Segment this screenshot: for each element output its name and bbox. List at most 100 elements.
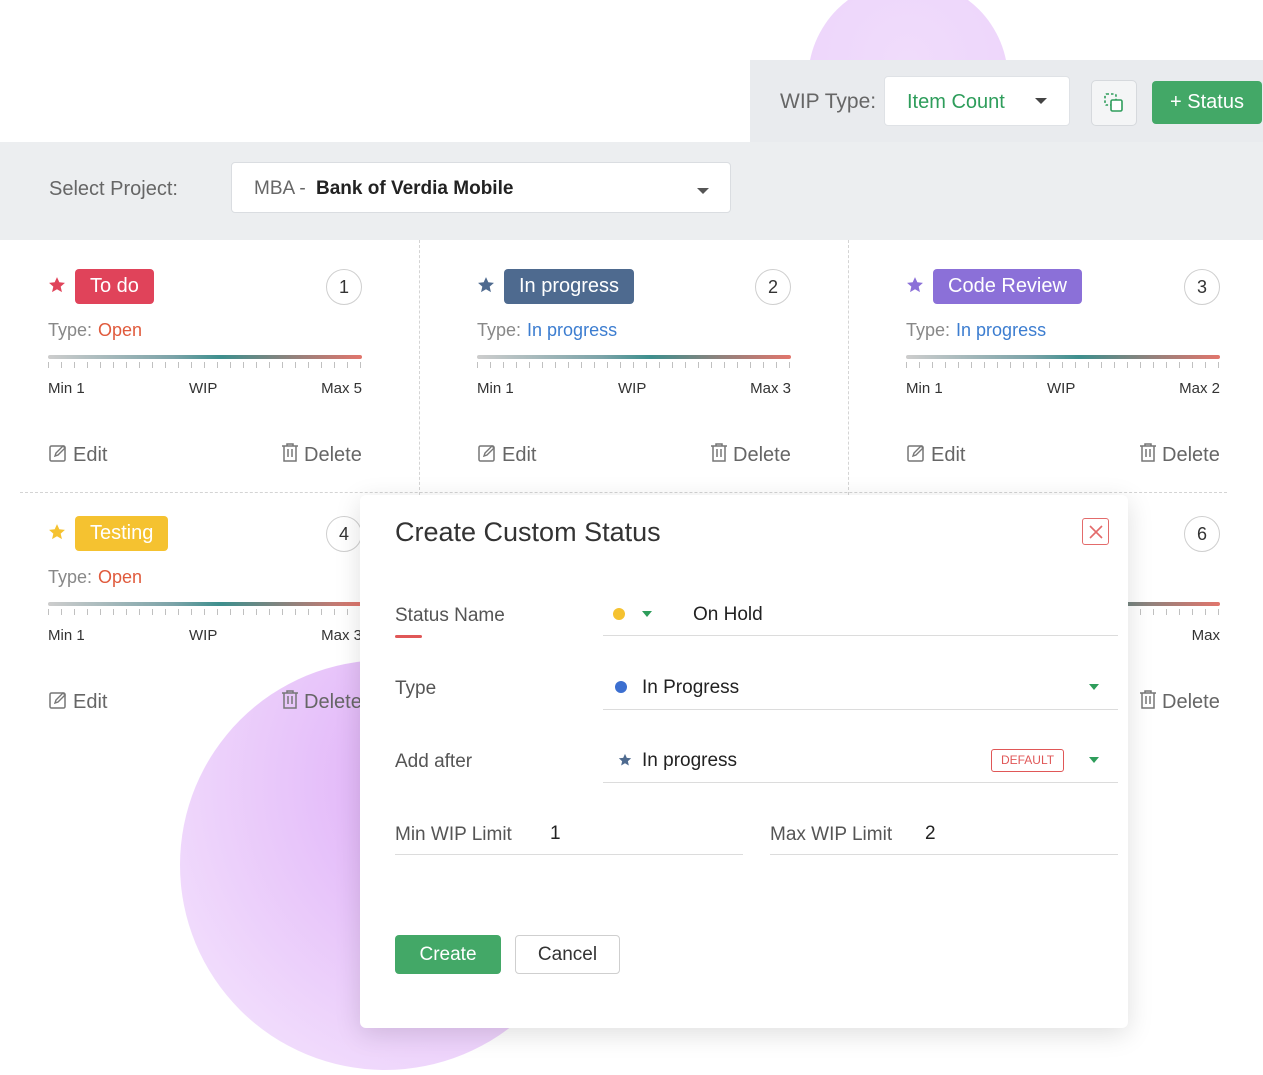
wip-label: WIP <box>1047 380 1076 397</box>
delete-button[interactable]: Delete <box>281 690 362 714</box>
delete-label: Delete <box>1162 444 1220 466</box>
max-wip-label: Max WIP Limit <box>770 824 893 845</box>
default-badge: DEFAULT <box>991 749 1064 772</box>
type-label: Type: <box>906 320 951 340</box>
delete-label: Delete <box>304 444 362 466</box>
status-order-number: 6 <box>1184 516 1220 552</box>
min-wip-input[interactable]: 1 <box>550 823 561 845</box>
copy-icon <box>1104 93 1123 112</box>
type-value: In progress <box>527 320 618 340</box>
delete-label: Delete <box>733 444 791 466</box>
type-value: Open <box>98 320 143 340</box>
star-icon <box>478 277 494 293</box>
edit-button[interactable]: Edit <box>477 443 536 467</box>
star-icon <box>49 524 65 540</box>
type-value: Open <box>98 567 143 587</box>
project-bar: Select Project: MBA - Bank of Verdia Mob… <box>0 142 1263 240</box>
edit-button[interactable]: Edit <box>48 690 107 714</box>
create-button[interactable]: Create <box>395 935 501 974</box>
delete-button[interactable]: Delete <box>1139 443 1220 467</box>
wip-label: WIP <box>618 380 647 397</box>
wip-type-label: WIP Type: <box>780 90 877 113</box>
close-icon <box>1089 525 1103 539</box>
type-color-dot <box>615 681 627 693</box>
chevron-down-icon[interactable] <box>1089 757 1099 763</box>
add-after-underline <box>603 782 1118 783</box>
trash-icon <box>1140 443 1156 462</box>
max-wip: Max 3 <box>750 380 791 397</box>
wip-range-bar <box>477 355 791 359</box>
project-code: MBA - <box>254 178 306 199</box>
delete-button[interactable]: Delete <box>281 443 362 467</box>
select-project-label: Select Project: <box>49 178 178 200</box>
wip-type-select[interactable]: Item Count <box>884 76 1070 126</box>
row-divider <box>20 492 1227 493</box>
copy-button[interactable] <box>1091 80 1137 126</box>
chevron-down-icon <box>697 188 709 194</box>
trash-icon <box>1140 690 1156 709</box>
add-after-select[interactable]: In progress <box>642 750 737 772</box>
trash-icon <box>711 443 727 462</box>
wip-range-bar <box>48 355 362 359</box>
status-badge: In progress <box>504 269 635 304</box>
type-value: In progress <box>956 320 1047 340</box>
add-status-button[interactable]: + Status <box>1152 81 1262 124</box>
trash-icon <box>282 443 298 462</box>
type-select[interactable]: In Progress <box>642 677 739 699</box>
status-name-underline <box>603 635 1118 636</box>
status-order-number: 3 <box>1184 269 1220 305</box>
wip-range-ticks <box>48 362 362 368</box>
max-wip: Max 5 <box>321 380 362 397</box>
delete-button[interactable]: Delete <box>1139 690 1220 714</box>
delete-label: Delete <box>304 691 362 713</box>
min-wip: Min 1 <box>477 380 514 397</box>
edit-icon <box>49 445 66 462</box>
wip-range-bar <box>906 355 1220 359</box>
edit-icon <box>478 445 495 462</box>
wip-range-bar <box>48 602 362 606</box>
edit-button[interactable]: Edit <box>906 443 965 467</box>
status-order-number: 1 <box>326 269 362 305</box>
edit-button[interactable]: Edit <box>48 443 107 467</box>
edit-icon <box>49 692 66 709</box>
status-type: Type: Open <box>48 320 142 341</box>
min-wip: Min 1 <box>906 380 943 397</box>
modal-title: Create Custom Status <box>395 517 661 547</box>
required-indicator <box>395 635 422 638</box>
project-select[interactable]: MBA - Bank of Verdia Mobile <box>231 162 731 213</box>
card-divider <box>848 240 849 495</box>
chevron-down-icon[interactable] <box>1089 684 1099 690</box>
status-type: Type: In progress <box>906 320 1046 341</box>
close-button[interactable] <box>1082 518 1109 545</box>
max-wip-underline <box>770 854 1118 855</box>
status-card-in-progress: In progress 2 Type: In progress Min 1 WIP… <box>429 240 858 487</box>
status-order-number: 2 <box>755 269 791 305</box>
status-name-input[interactable]: On Hold <box>693 604 763 626</box>
status-color-dot[interactable] <box>613 608 625 620</box>
type-label: Type <box>395 678 437 699</box>
edit-icon <box>907 445 924 462</box>
edit-label: Edit <box>73 444 108 466</box>
max-wip-input[interactable]: 2 <box>925 823 936 845</box>
type-label: Type: <box>477 320 522 340</box>
type-underline <box>603 709 1118 710</box>
wip-label: WIP <box>189 380 218 397</box>
star-icon <box>49 277 65 293</box>
status-badge: To do <box>75 269 154 304</box>
status-name-label: Status Name <box>395 605 505 626</box>
trash-icon <box>282 690 298 709</box>
chevron-down-icon <box>1035 98 1047 104</box>
status-card-to-do: To do 1 Type: Open Min 1 WIP Max 5 Edit D… <box>0 240 429 487</box>
status-order-number: 4 <box>326 516 362 552</box>
min-wip-label: Min WIP Limit <box>395 824 512 845</box>
delete-button[interactable]: Delete <box>710 443 791 467</box>
wip-range-ticks <box>477 362 791 368</box>
cancel-button[interactable]: Cancel <box>515 935 620 974</box>
wip-type-value: Item Count <box>907 91 1005 113</box>
wip-range-ticks <box>48 609 362 615</box>
status-type: Type: Open <box>48 567 142 588</box>
status-badge: Testing <box>75 516 169 551</box>
star-icon <box>907 277 923 293</box>
color-chevron-down-icon[interactable] <box>642 611 652 617</box>
delete-label: Delete <box>1162 691 1220 713</box>
